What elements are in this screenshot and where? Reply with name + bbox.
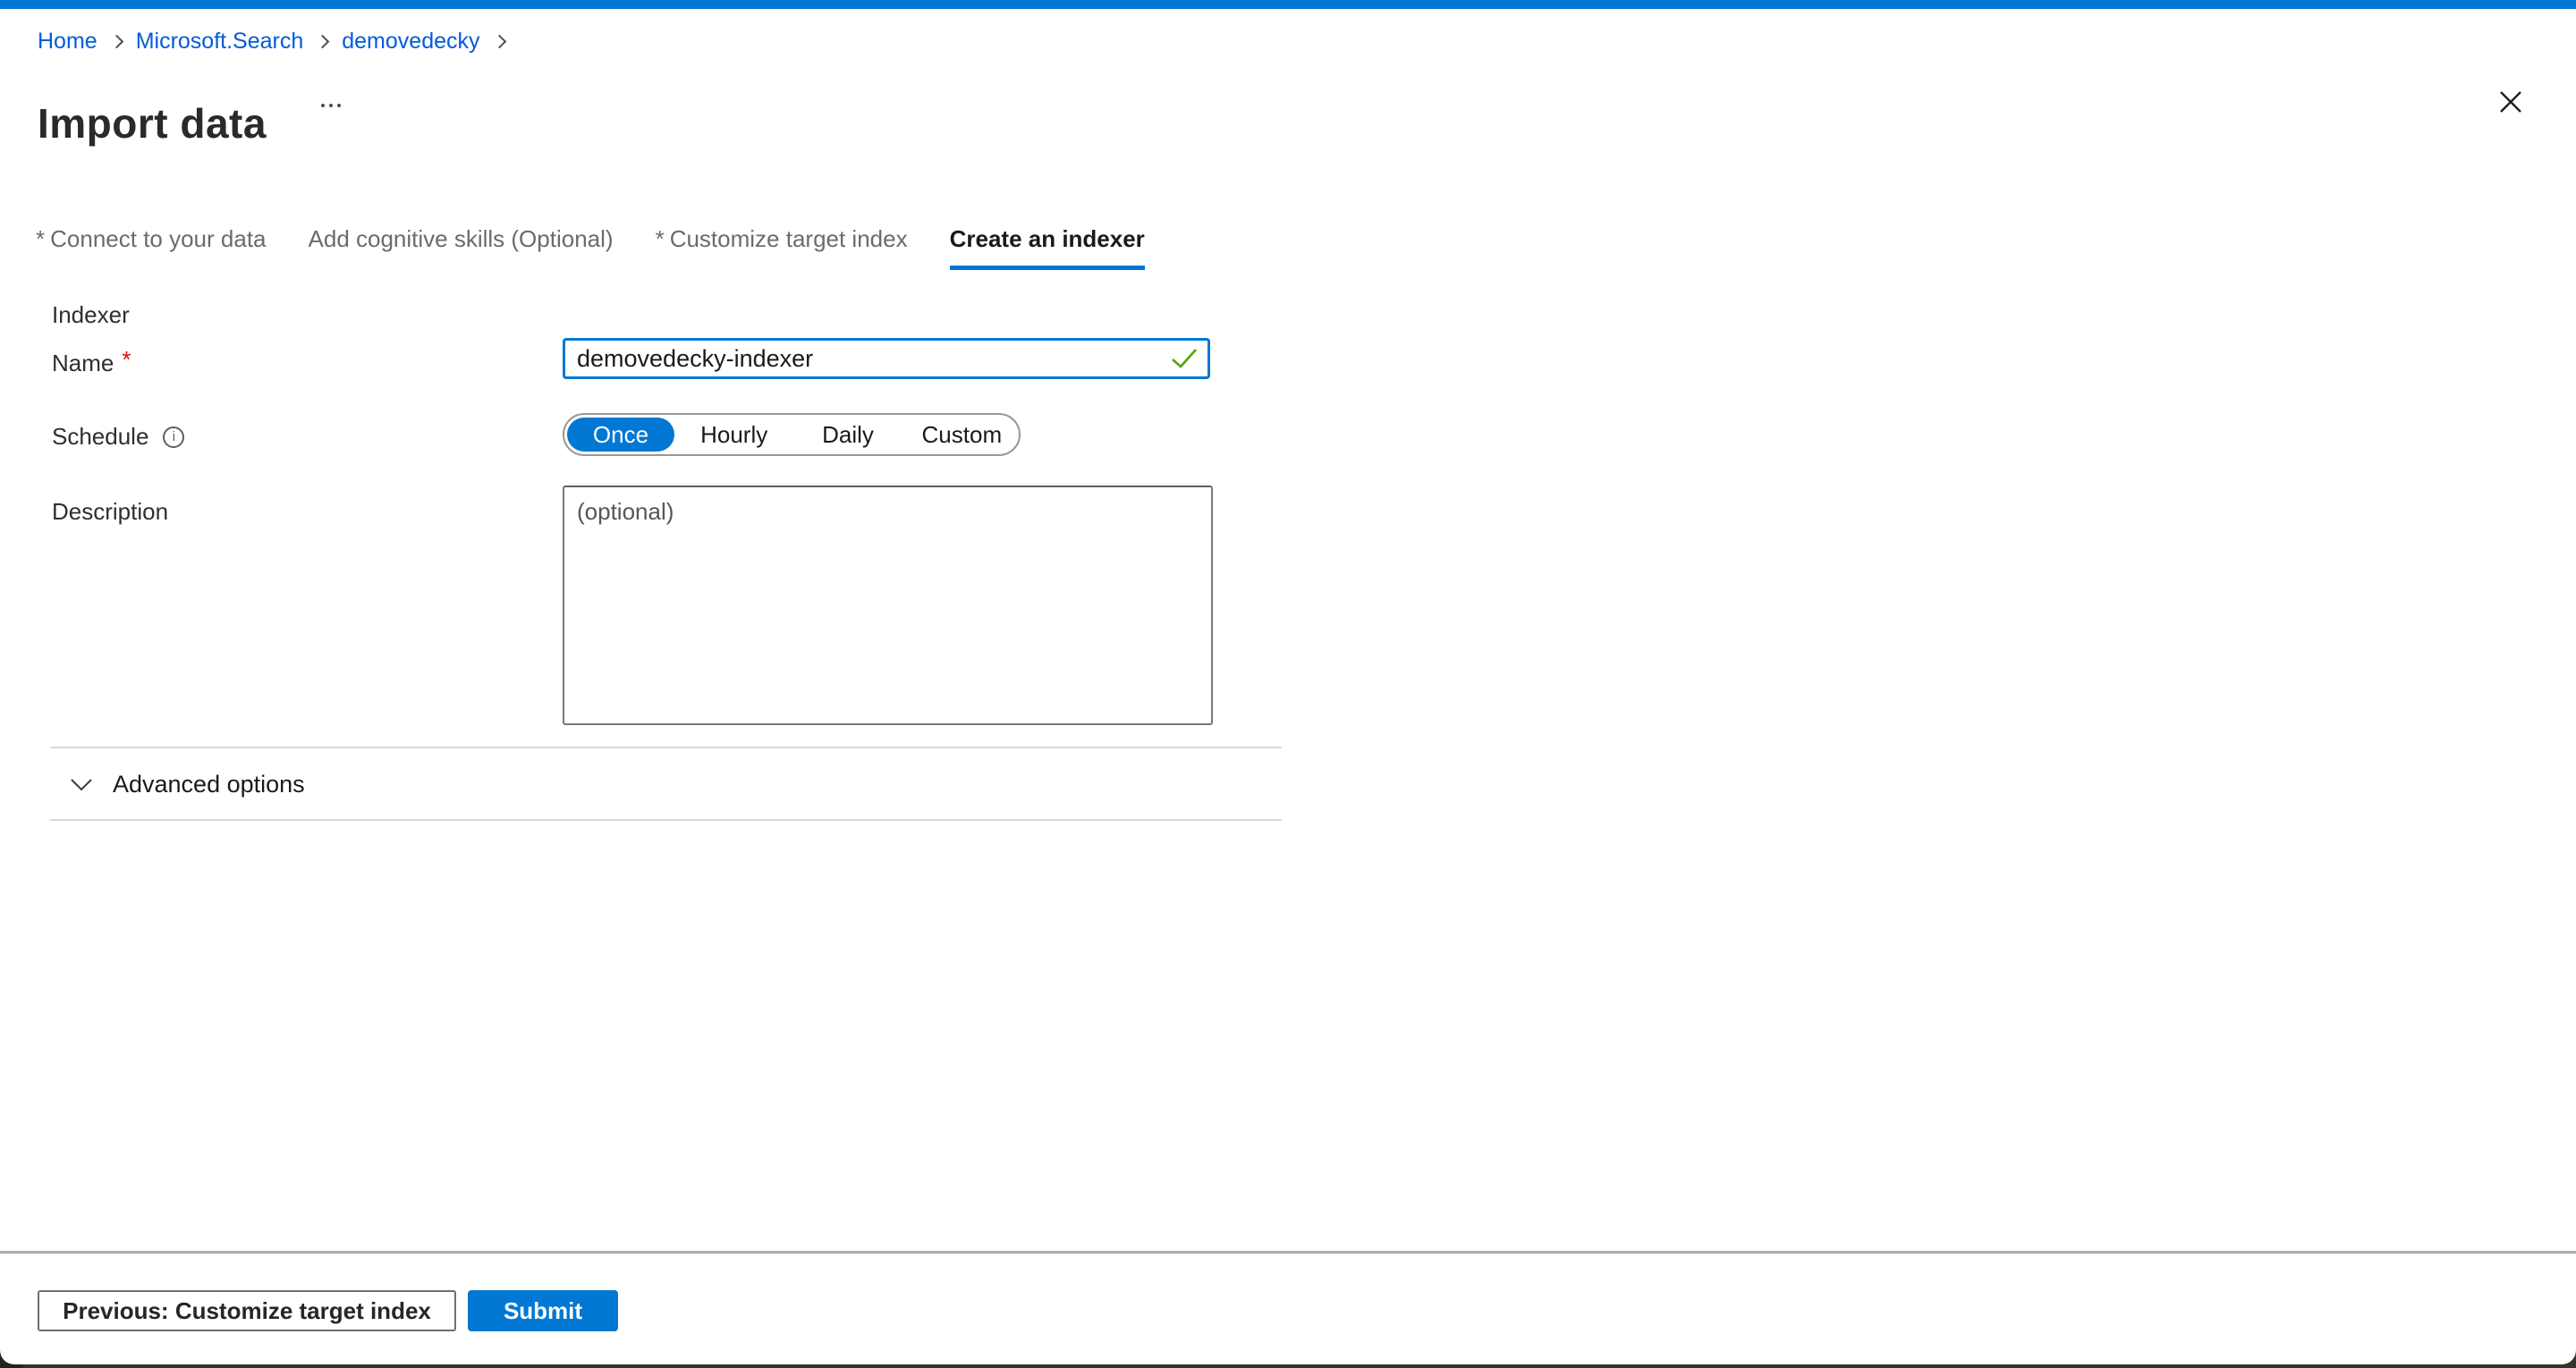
submit-button[interactable]: Submit bbox=[468, 1290, 618, 1331]
chevron-down-icon bbox=[70, 778, 93, 792]
breadcrumb-service-link[interactable]: Microsoft.Search bbox=[136, 27, 304, 55]
close-icon bbox=[2498, 89, 2523, 114]
tab-required-mark: * bbox=[656, 225, 665, 252]
description-textarea[interactable] bbox=[563, 486, 1213, 725]
advanced-options-label: Advanced options bbox=[113, 771, 305, 798]
tab-add-cognitive-skills[interactable]: Add cognitive skills (Optional) bbox=[309, 225, 614, 270]
advanced-options-toggle[interactable]: Advanced options bbox=[70, 771, 305, 798]
breadcrumb-chevron-icon bbox=[492, 34, 506, 48]
name-input-container bbox=[563, 338, 1210, 379]
indexer-section-label: Indexer bbox=[52, 300, 130, 329]
tab-connect-to-your-data[interactable]: *Connect to your data bbox=[36, 225, 267, 270]
description-field-label: Description bbox=[52, 497, 168, 526]
portal-top-accent-bar bbox=[0, 0, 2576, 9]
breadcrumb: Home Microsoft.Search demovedecky bbox=[38, 27, 519, 55]
name-field-label: Name * bbox=[52, 349, 131, 377]
footer-divider bbox=[0, 1251, 2576, 1254]
tab-required-mark: * bbox=[36, 225, 45, 252]
page-title: Import data bbox=[38, 99, 267, 148]
tab-create-an-indexer[interactable]: Create an indexer bbox=[950, 225, 1145, 270]
indexer-name-input[interactable] bbox=[563, 338, 1210, 379]
divider bbox=[50, 819, 1282, 821]
tab-label: Connect to your data bbox=[50, 225, 266, 252]
divider bbox=[50, 747, 1282, 748]
breadcrumb-resource-link[interactable]: demovedecky bbox=[342, 27, 479, 55]
tab-label: Create an indexer bbox=[950, 225, 1145, 252]
schedule-toggle-group: Once Hourly Daily Custom bbox=[563, 413, 1021, 456]
wizard-tabs: *Connect to your data Add cognitive skil… bbox=[36, 225, 1145, 270]
ellipsis-dots bbox=[329, 104, 333, 107]
schedule-option-once[interactable]: Once bbox=[567, 418, 674, 452]
breadcrumb-chevron-icon bbox=[109, 34, 123, 48]
tab-label: Customize target index bbox=[670, 225, 908, 252]
schedule-option-hourly[interactable]: Hourly bbox=[677, 417, 791, 452]
schedule-label-text: Schedule bbox=[52, 422, 148, 451]
schedule-option-daily[interactable]: Daily bbox=[791, 417, 904, 452]
tab-customize-target-index[interactable]: *Customize target index bbox=[656, 225, 908, 270]
breadcrumb-chevron-icon bbox=[316, 34, 330, 48]
required-asterisk: * bbox=[122, 346, 131, 373]
tab-label: Add cognitive skills (Optional) bbox=[309, 225, 614, 252]
name-label-text: Name bbox=[52, 350, 114, 376]
valid-check-icon bbox=[1171, 348, 1198, 369]
more-options-icon[interactable] bbox=[315, 100, 351, 114]
breadcrumb-home-link[interactable]: Home bbox=[38, 27, 97, 55]
schedule-option-custom[interactable]: Custom bbox=[905, 417, 1019, 452]
previous-step-button[interactable]: Previous: Customize target index bbox=[38, 1290, 456, 1331]
close-button[interactable] bbox=[2491, 82, 2530, 122]
import-data-panel: Home Microsoft.Search demovedecky Import… bbox=[0, 0, 2576, 1364]
info-icon[interactable] bbox=[163, 426, 184, 448]
schedule-field-label: Schedule bbox=[52, 422, 184, 451]
